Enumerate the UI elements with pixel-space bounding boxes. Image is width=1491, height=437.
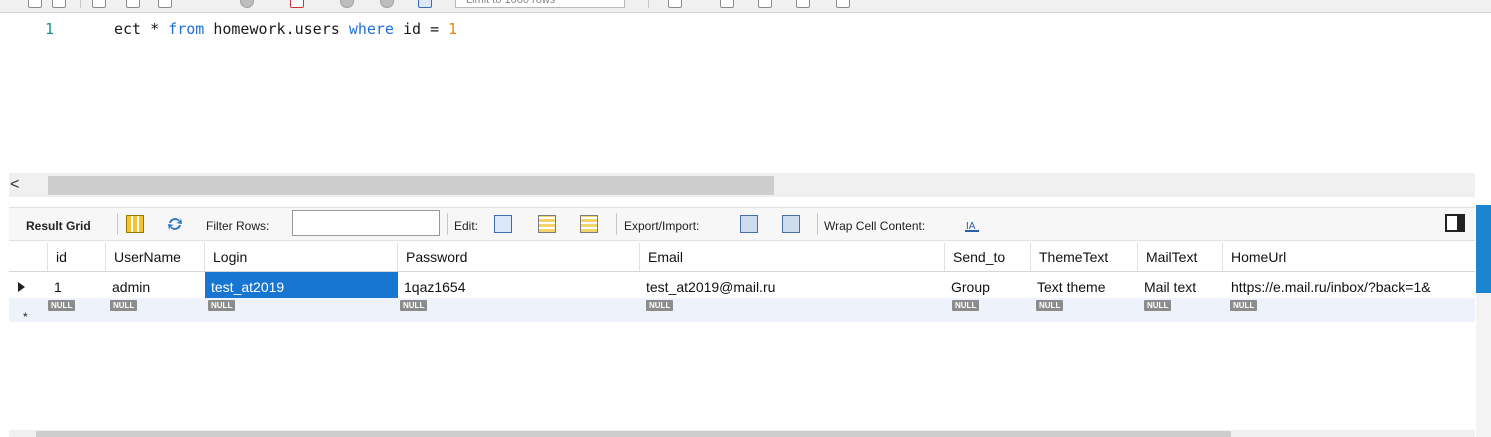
table-cell-send-to[interactable]: Group <box>945 274 1031 300</box>
stop-icon[interactable] <box>240 0 254 8</box>
column-header-login[interactable]: Login <box>205 243 398 271</box>
table-cell-login-selected[interactable]: test_at2019 <box>205 272 398 298</box>
execute-current-icon[interactable] <box>126 0 140 8</box>
code-text: ect * <box>114 20 169 38</box>
column-header-home-url[interactable]: HomeUrl <box>1223 243 1475 271</box>
code-text: homework.users <box>204 20 349 38</box>
table-cell-password[interactable]: 1qaz1654 <box>398 274 640 300</box>
table-cell-mail-text[interactable]: Mail text <box>1138 274 1223 300</box>
table-cell-username[interactable]: admin <box>106 274 205 300</box>
new-row-marker: * <box>23 310 28 324</box>
toggle-side-panel-icon[interactable] <box>1445 214 1465 232</box>
delete-row-icon[interactable] <box>580 215 598 233</box>
export-icon[interactable] <box>740 215 758 233</box>
null-badge[interactable]: NULL <box>400 300 428 311</box>
beautify-icon[interactable] <box>668 0 682 8</box>
commit-icon[interactable] <box>340 0 354 8</box>
null-badge[interactable]: NULL <box>48 300 76 311</box>
null-badge[interactable]: NULL <box>1144 300 1172 311</box>
edit-row-icon[interactable] <box>494 215 512 233</box>
rollback-icon[interactable] <box>380 0 394 8</box>
column-header-theme-text[interactable]: ThemeText <box>1031 243 1138 271</box>
table-cell-theme-text[interactable]: Text theme <box>1031 274 1138 300</box>
grid-layout-icon[interactable] <box>126 215 144 233</box>
autocommit-icon[interactable] <box>418 0 432 8</box>
sql-query-line[interactable]: ect * from homework.users where id = 1 <box>114 20 457 38</box>
table-cell-id[interactable]: 1 <box>48 274 106 300</box>
execute-icon[interactable] <box>92 0 106 8</box>
column-header-send-to[interactable]: Send_to <box>945 243 1031 271</box>
column-header-password[interactable]: Password <box>398 243 640 271</box>
editor-toolbar: Limit to 1000 rows <box>0 0 1491 13</box>
null-badge[interactable]: NULL <box>208 300 236 311</box>
wrap-lines-icon[interactable] <box>836 0 850 8</box>
wrap-cell-content-icon[interactable]: IA <box>965 218 979 232</box>
scrollbar-thumb[interactable] <box>48 176 774 195</box>
invisible-chars-icon[interactable] <box>796 0 810 8</box>
null-badge[interactable]: NULL <box>952 300 980 311</box>
table-cell-email[interactable]: test_at2019@mail.ru <box>640 274 945 300</box>
toolbar-separator <box>648 0 649 8</box>
explain-icon[interactable] <box>158 0 172 8</box>
save-icon[interactable] <box>52 0 66 8</box>
toolbar-separator <box>80 0 81 8</box>
null-badge[interactable]: NULL <box>1230 300 1258 311</box>
toolbar-separator <box>817 213 818 235</box>
keyword-from: from <box>168 20 205 38</box>
result-grid-side-tab[interactable] <box>1476 205 1491 293</box>
search-icon[interactable] <box>758 0 772 8</box>
limit-rows-select[interactable]: Limit to 1000 rows <box>455 0 625 8</box>
keyword-where: where <box>348 20 394 38</box>
table-cell-home-url[interactable]: https://e.mail.ru/inbox/?back=1& <box>1225 274 1475 300</box>
add-row-icon[interactable] <box>538 215 556 233</box>
scroll-left-arrow-icon[interactable]: < <box>10 176 19 194</box>
number-literal: 1 <box>448 20 458 38</box>
error-toggle-icon[interactable] <box>290 0 304 8</box>
toolbar-separator <box>616 213 617 235</box>
null-badge[interactable]: NULL <box>1036 300 1064 311</box>
column-header-mail-text[interactable]: MailText <box>1138 243 1223 271</box>
row-header-corner <box>9 243 48 271</box>
wrap-cell-content-label: Wrap Cell Content: <box>824 219 926 233</box>
toolbar-separator <box>447 213 448 235</box>
filter-rows-label: Filter Rows: <box>206 219 270 233</box>
find-icon[interactable] <box>720 0 734 8</box>
refresh-icon[interactable] <box>166 215 184 233</box>
column-header-username[interactable]: UserName <box>106 243 205 271</box>
svg-text:IA: IA <box>966 221 976 231</box>
scrollbar-thumb[interactable] <box>36 431 1231 437</box>
filter-rows-input[interactable] <box>292 210 440 236</box>
column-header-id[interactable]: id <box>48 243 106 271</box>
line-number: 1 <box>45 20 55 38</box>
export-import-label: Export/Import: <box>624 219 700 233</box>
null-badge[interactable]: NULL <box>110 300 138 311</box>
edit-label: Edit: <box>454 219 479 233</box>
code-text: id = <box>393 20 449 38</box>
toolbar-separator <box>117 213 118 235</box>
current-row-arrow-icon <box>18 282 25 292</box>
null-badge[interactable]: NULL <box>646 300 674 311</box>
result-grid-tab[interactable]: Result Grid <box>26 219 91 233</box>
import-icon[interactable] <box>782 215 800 233</box>
open-file-icon[interactable] <box>28 0 42 8</box>
column-header-email[interactable]: Email <box>640 243 945 271</box>
